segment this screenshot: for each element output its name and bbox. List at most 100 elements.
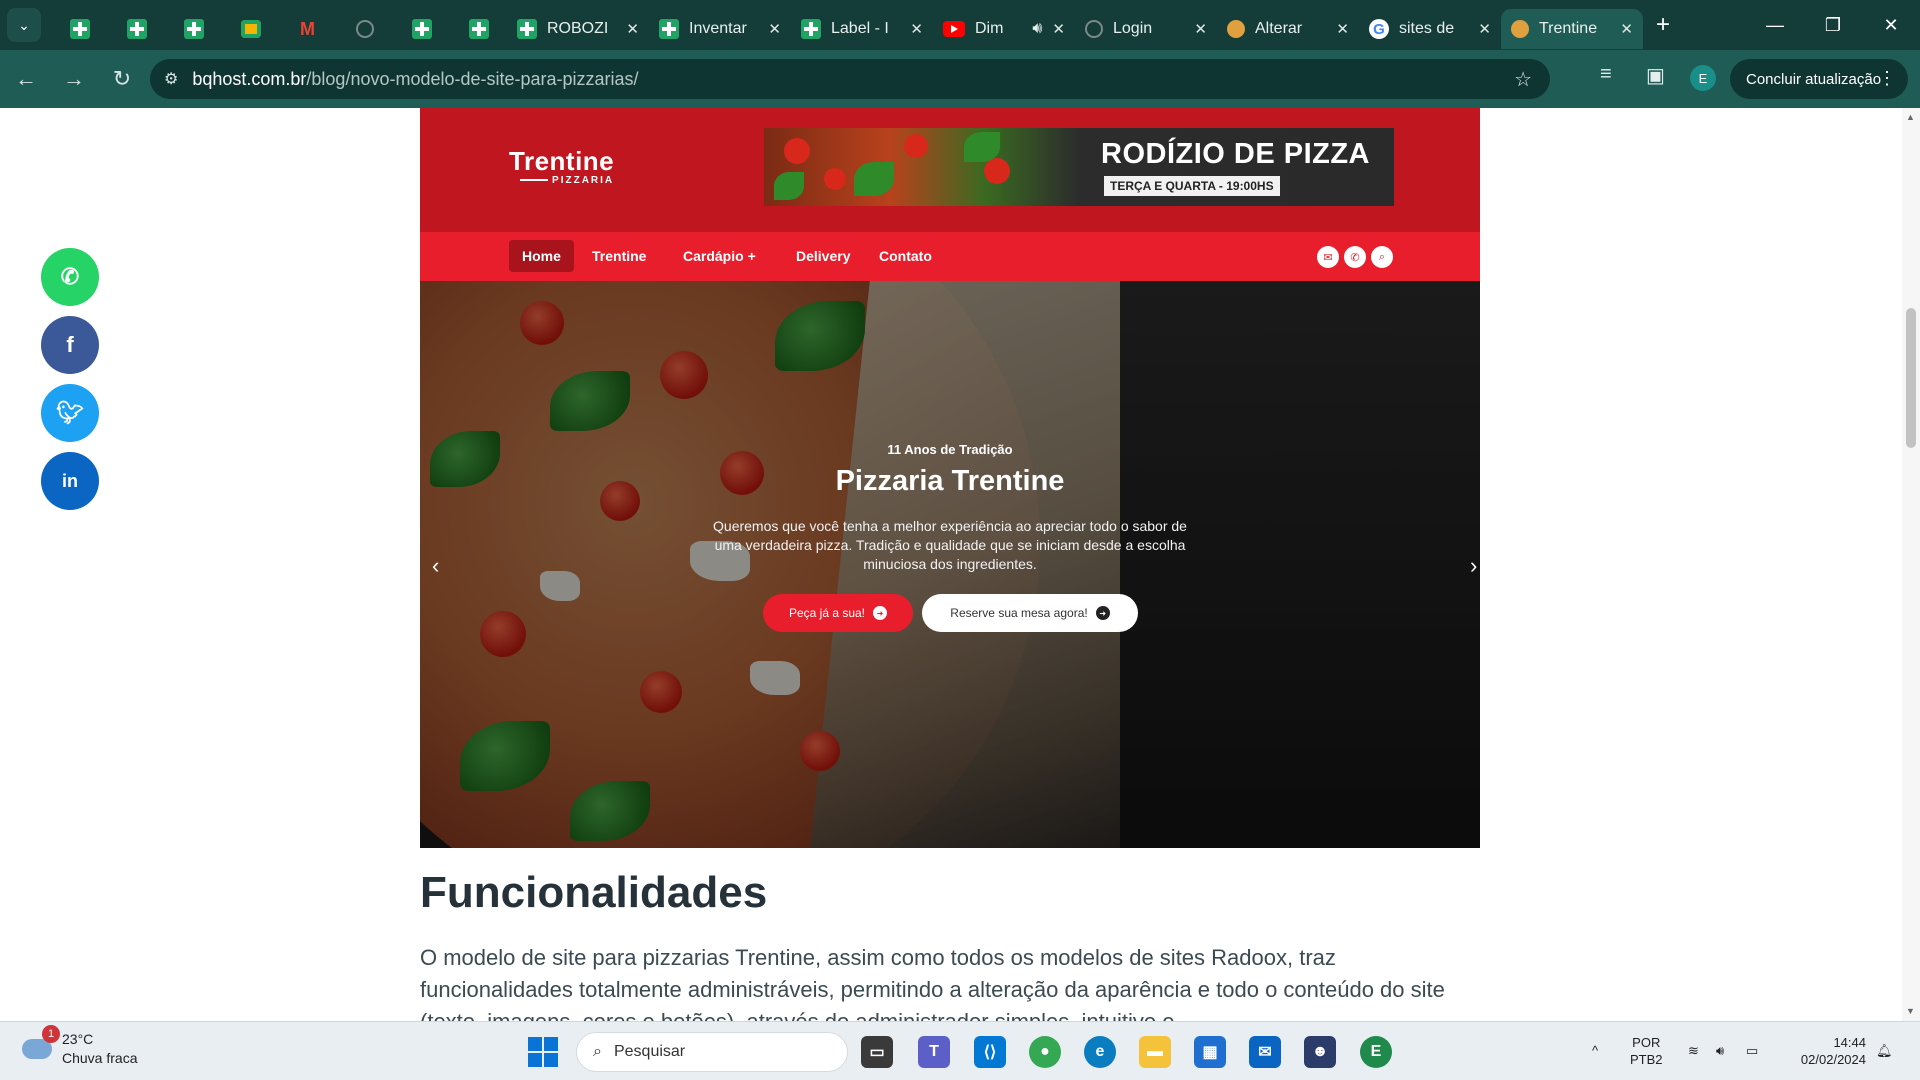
tab-pinned-4[interactable]: [222, 9, 279, 49]
close-icon[interactable]: ✕: [1194, 20, 1207, 38]
close-icon[interactable]: ✕: [1052, 20, 1065, 38]
weather-widget[interactable]: 1 23°C Chuva fraca: [22, 1025, 138, 1068]
tab-pinned-7[interactable]: [393, 9, 450, 49]
start-button[interactable]: [528, 1037, 558, 1067]
vscode-icon[interactable]: ⟨⟩: [974, 1036, 1006, 1068]
tab-trentine-active[interactable]: Trentine ✕: [1501, 9, 1643, 49]
reload-button[interactable]: ↻: [100, 57, 144, 101]
back-button[interactable]: ←: [4, 57, 48, 101]
tab-search-button[interactable]: ⌄: [7, 8, 41, 42]
nav-cardapio[interactable]: Cardápio +: [670, 240, 769, 272]
site-header: Trentine PIZZARIA RODÍZIO DE PIZZA TERÇA…: [420, 108, 1480, 232]
tab-pinned-2[interactable]: [108, 9, 165, 49]
close-window-button[interactable]: ✕: [1862, 0, 1920, 50]
profile-avatar[interactable]: E: [1690, 65, 1716, 91]
teams-icon[interactable]: T: [918, 1036, 950, 1068]
reserve-button[interactable]: Reserve sua mesa agora! ➜: [922, 594, 1138, 632]
twitter-icon: 🐦︎: [56, 400, 84, 425]
email-icon[interactable]: ✉: [1317, 246, 1339, 268]
tab-pinned-5[interactable]: M: [279, 9, 336, 49]
slider-next-icon[interactable]: ›: [1470, 553, 1477, 579]
banner-title: RODÍZIO DE PIZZA: [1101, 138, 1370, 170]
nav-home[interactable]: Home: [509, 240, 574, 272]
minimize-button[interactable]: —: [1746, 0, 1804, 50]
whatsapp-share-button[interactable]: ✆: [41, 248, 99, 306]
store-icon[interactable]: ▦: [1194, 1036, 1226, 1068]
tab-pinned-8[interactable]: [450, 9, 507, 49]
nav-delivery[interactable]: Delivery: [783, 240, 863, 272]
whatsapp-icon[interactable]: ✆: [1344, 246, 1366, 268]
tab-login[interactable]: Login ✕: [1075, 9, 1217, 49]
slider-prev-icon[interactable]: ‹: [432, 553, 439, 579]
clock-date: 02/02/2024: [1800, 1052, 1866, 1067]
speaker-icon[interactable]: 🔊︎: [1032, 20, 1042, 38]
chrome-profile-icon[interactable]: E: [1360, 1036, 1392, 1068]
forward-button[interactable]: →: [52, 57, 96, 101]
tab-youtube[interactable]: Dim 🔊︎ ✕: [933, 9, 1075, 49]
linkedin-share-button[interactable]: in: [41, 452, 99, 510]
article-paragraph: O modelo de site para pizzarias Trentine…: [420, 945, 1445, 1021]
nav-trentine[interactable]: Trentine: [579, 240, 659, 272]
menu-dots-icon[interactable]: ⋮: [1878, 68, 1896, 89]
scroll-up-icon[interactable]: ▲: [1906, 112, 1915, 122]
page-scrollbar[interactable]: ▲ ▼: [1902, 108, 1920, 1021]
tab-pinned-1[interactable]: [51, 9, 108, 49]
weather-description: Chuva fraca: [62, 1050, 138, 1066]
tab-sites-de[interactable]: Gsites de ✕: [1359, 9, 1501, 49]
mail-icon[interactable]: ✉: [1249, 1036, 1281, 1068]
tomato-shape: [984, 158, 1010, 184]
scroll-down-icon[interactable]: ▼: [1906, 1006, 1915, 1016]
close-icon[interactable]: ✕: [768, 20, 781, 38]
reserve-button-label: Reserve sua mesa agora!: [950, 606, 1088, 620]
close-icon[interactable]: ✕: [1336, 20, 1349, 38]
linkedin-icon: in: [62, 470, 78, 491]
site-preview-image: Trentine PIZZARIA RODÍZIO DE PIZZA TERÇA…: [420, 108, 1480, 848]
pizza-icon: [1227, 20, 1245, 38]
tab-alterar[interactable]: Alterar ✕: [1217, 9, 1359, 49]
twitter-share-button[interactable]: 🐦︎: [41, 384, 99, 442]
close-icon[interactable]: ✕: [1478, 20, 1491, 38]
site-info-icon[interactable]: ⚙: [164, 69, 178, 89]
facebook-share-button[interactable]: f: [41, 316, 99, 374]
taskbar-search[interactable]: ⌕ Pesquisar: [576, 1032, 848, 1072]
chevron-down-icon: ⌄: [18, 16, 30, 33]
nav-contato[interactable]: Contato: [866, 240, 945, 272]
side-panel-icon[interactable]: ▣: [1646, 63, 1665, 88]
close-icon[interactable]: ✕: [910, 20, 923, 38]
tab-pinned-6[interactable]: [336, 9, 393, 49]
new-tab-button[interactable]: +: [1643, 11, 1683, 39]
sheets-icon: [69, 19, 90, 39]
bookmark-star-icon[interactable]: ☆: [1514, 67, 1532, 92]
url-text[interactable]: bqhost.com.br/blog/novo-modelo-de-site-p…: [192, 69, 638, 90]
edge-icon[interactable]: e: [1084, 1036, 1116, 1068]
update-button[interactable]: Concluir atualização ⋮: [1730, 59, 1908, 99]
media-controls-icon[interactable]: ≡: [1600, 63, 1612, 86]
order-button[interactable]: Peça já a sua! ➜: [763, 594, 913, 632]
chrome-icon[interactable]: ●: [1029, 1036, 1061, 1068]
gmail-icon: M: [300, 18, 315, 39]
tray-overflow-icon[interactable]: ^: [1592, 1042, 1598, 1059]
address-bar[interactable]: ⚙ bqhost.com.br/blog/novo-modelo-de-site…: [150, 59, 1550, 99]
pizza-icon: [1511, 20, 1529, 38]
restore-button[interactable]: ❐: [1804, 0, 1862, 50]
robot-app-icon[interactable]: ☻: [1304, 1036, 1336, 1068]
tab-label[interactable]: Label - I ✕: [791, 9, 933, 49]
tab-robozi[interactable]: ROBOZI ✕: [507, 9, 649, 49]
search-icon[interactable]: ⌕: [1371, 246, 1393, 268]
tab-pinned-3[interactable]: [165, 9, 222, 49]
temperature: 23°C: [62, 1031, 94, 1047]
language-indicator[interactable]: POR PTB2: [1630, 1034, 1663, 1068]
lang-secondary: PTB2: [1630, 1052, 1663, 1067]
battery-icon[interactable]: ▭: [1746, 1042, 1758, 1059]
scrollbar-thumb[interactable]: [1906, 308, 1916, 448]
close-icon[interactable]: ✕: [1620, 20, 1633, 38]
close-icon[interactable]: ✕: [626, 20, 639, 38]
clock[interactable]: 14:44 02/02/2024: [1786, 1034, 1866, 1068]
volume-icon[interactable]: 🔊︎: [1716, 1042, 1724, 1059]
file-explorer-icon[interactable]: ▬: [1139, 1036, 1171, 1068]
google-chat-icon: [240, 20, 261, 38]
wifi-icon[interactable]: ≋: [1688, 1042, 1699, 1059]
tab-inventario[interactable]: Inventar ✕: [649, 9, 791, 49]
notification-bell-icon[interactable]: 🔔︎: [1876, 1042, 1893, 1059]
task-view-icon[interactable]: ▭: [861, 1036, 893, 1068]
